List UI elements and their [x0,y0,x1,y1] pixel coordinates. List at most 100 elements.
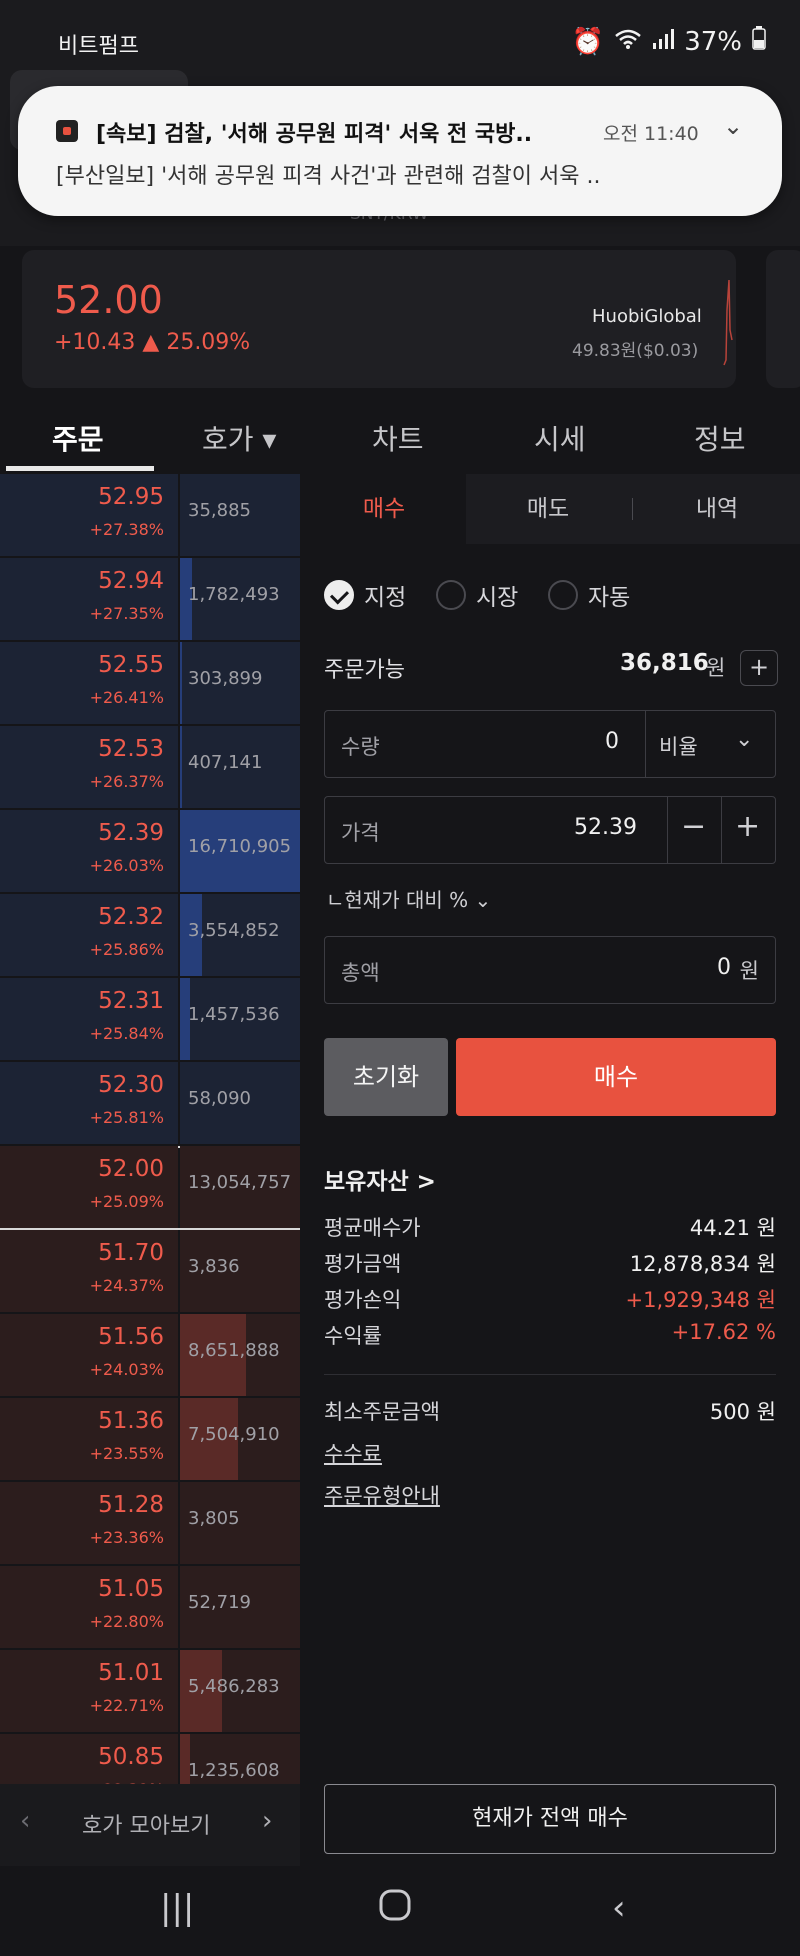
price-cell[interactable]: 52.95 +27.38% [0,474,178,556]
holdings-title[interactable]: 보유자산 > [324,1162,436,1196]
notification-card[interactable]: [속보] 검찰, '서해 공무원 피격' 서욱 전 국방.. 오전 11:40 … [18,86,782,216]
home-icon[interactable] [378,1888,412,1931]
order-type-limit-label: 지정 [364,585,407,611]
bid-row[interactable]: 51.05 +22.80% 52,719 [0,1566,300,1650]
chevron-right-icon[interactable]: › [262,1806,272,1836]
ask-row[interactable]: 52.32 +25.86% 3,554,852 [0,894,300,978]
ask-row[interactable]: 52.55 +26.41% 303,899 [0,642,300,726]
field-divider [721,797,722,863]
price-cell[interactable]: 51.70 +24.37% [0,1230,178,1312]
row-quantity: 8,651,888 [188,1340,280,1361]
reset-button[interactable]: 초기화 [324,1038,448,1116]
ask-row[interactable]: 52.39 +26.03% 16,710,905 [0,810,300,894]
bid-row[interactable]: 51.28 +23.36% 3,805 [0,1482,300,1566]
row-percent: +23.36% [89,1528,164,1547]
subtab-sell[interactable]: 매도 [466,474,630,544]
price-card[interactable]: 52.00 +10.43 ▲ 25.09% HuobiGlobal 49.83원… [22,250,736,388]
price-label: 가격 [341,821,380,845]
ask-row[interactable]: 52.31 +25.84% 1,457,536 [0,978,300,1062]
price-decrease-button[interactable]: − [681,809,706,844]
row-percent: +24.03% [89,1360,164,1379]
order-subtabs: 매수 매도 내역 [302,474,800,544]
price-cell[interactable]: 51.36 +23.55% [0,1398,178,1480]
field-divider [667,797,668,863]
ask-row[interactable]: 52.95 +27.38% 35,885 [0,474,300,558]
row-percent: +22.71% [89,1696,164,1715]
bid-row[interactable]: 51.36 +23.55% 7,504,910 [0,1398,300,1482]
price-cell[interactable]: 51.28 +23.36% [0,1482,178,1564]
tab-orderbook[interactable]: 호가 ▾ [202,418,276,458]
price-cell[interactable]: 51.01 +22.71% [0,1650,178,1732]
order-type-auto[interactable]: 자동 [548,578,630,612]
price-cell[interactable]: 51.05 +22.80% [0,1566,178,1648]
chevron-down-icon[interactable]: ⌄ [723,112,743,140]
row-price: 51.36 [98,1408,164,1434]
recent-apps-icon[interactable]: ||| [160,1888,194,1928]
tab-chart[interactable]: 차트 [372,418,424,458]
order-type-market[interactable]: 시장 [436,578,518,612]
row-price: 52.31 [98,988,164,1014]
price-cell[interactable]: 52.32 +25.86% [0,894,178,976]
full-buy-button[interactable]: 현재가 전액 매수 [324,1784,776,1854]
row-percent: +23.55% [89,1444,164,1463]
bid-row[interactable]: 51.56 +24.03% 8,651,888 [0,1314,300,1398]
price-cell[interactable]: 51.56 +24.03% [0,1314,178,1396]
depth-bar [180,642,182,724]
price-cell[interactable]: 52.39 +26.03% [0,810,178,892]
quantity-cell: 407,141 [180,726,300,808]
quantity-cell: 5,486,283 [180,1650,300,1732]
price-field[interactable]: 가격 52.39 − + [324,796,776,864]
row-percent: +26.03% [89,856,164,875]
quantity-cell: 8,651,888 [180,1314,300,1396]
row-percent: +26.37% [89,772,164,791]
tab-order[interactable]: 주문 [52,418,104,458]
price-cell[interactable]: 52.00 +25.09% [0,1146,178,1228]
ratio-dropdown[interactable]: 비율 [659,731,698,761]
total-field[interactable]: 총액 0 원 [324,936,776,1004]
row-quantity: 3,836 [188,1256,240,1277]
tab-market[interactable]: 시세 [534,418,586,458]
row-quantity: 58,090 [188,1088,251,1109]
chevron-left-icon[interactable]: ‹ [20,1806,30,1836]
order-type-guide-link[interactable]: 주문유형안내 [324,1480,440,1510]
row-quantity: 52,719 [188,1592,251,1613]
holding-pnl: 평가손익 +1,929,348 원 [324,1284,776,1320]
price-cell[interactable]: 52.94 +27.35% [0,558,178,640]
subtab-buy[interactable]: 매수 [302,474,466,544]
ask-row[interactable]: 52.30 +25.81% 58,090 [0,1062,300,1146]
ask-row[interactable]: 52.53 +26.37% 407,141 [0,726,300,810]
order-type-limit[interactable]: 지정 [324,578,406,612]
price-cell[interactable]: 52.30 +25.81% [0,1062,178,1144]
bid-row[interactable]: 51.01 +22.71% 5,486,283 [0,1650,300,1734]
quantity-cell: 1,782,493 [180,558,300,640]
buy-button[interactable]: 매수 [456,1038,776,1116]
order-type-auto-label: 자동 [588,585,631,611]
notification-title: [속보] 검찰, '서해 공무원 피격' 서욱 전 국방.. [96,122,533,147]
quantity-cell: 3,836 [180,1230,300,1312]
ask-row[interactable]: 52.94 +27.35% 1,782,493 [0,558,300,642]
compare-current-price[interactable]: ㄴ현재가 대비 % ⌄ [326,884,491,913]
price-cell[interactable]: 52.53 +26.37% [0,726,178,808]
fee-link[interactable]: 수수료 [324,1438,382,1468]
quantity-cell: 52,719 [180,1566,300,1648]
add-funds-button[interactable]: + [740,650,778,686]
price-increase-button[interactable]: + [735,809,760,844]
holding-avg-price: 평균매수가 44.21 원 [324,1212,776,1248]
exchange-price: 49.83원($0.03) [572,341,699,361]
quantity-cell: 13,054,757 [180,1146,300,1228]
chevron-down-icon[interactable]: ⌄ [735,727,753,752]
price-cell[interactable]: 52.31 +25.84% [0,978,178,1060]
next-card-edge[interactable] [766,250,800,388]
active-tab-indicator [6,466,154,471]
quantity-cell: 303,899 [180,642,300,724]
bid-row[interactable]: 52.00 +25.09% 13,054,757 [0,1146,300,1230]
row-quantity: 16,710,905 [188,836,292,857]
price-cell[interactable]: 52.55 +26.41% [0,642,178,724]
subtab-history[interactable]: 내역 [634,474,800,544]
bid-row[interactable]: 51.70 +24.37% 3,836 [0,1230,300,1314]
tab-info[interactable]: 정보 [694,418,746,458]
quantity-field[interactable]: 수량 0 비율 ⌄ [324,710,776,778]
orderbook-group-view[interactable]: 호가 모아보기 [82,1808,210,1840]
back-icon[interactable]: ‹ [612,1888,626,1928]
battery-icon [752,26,766,57]
